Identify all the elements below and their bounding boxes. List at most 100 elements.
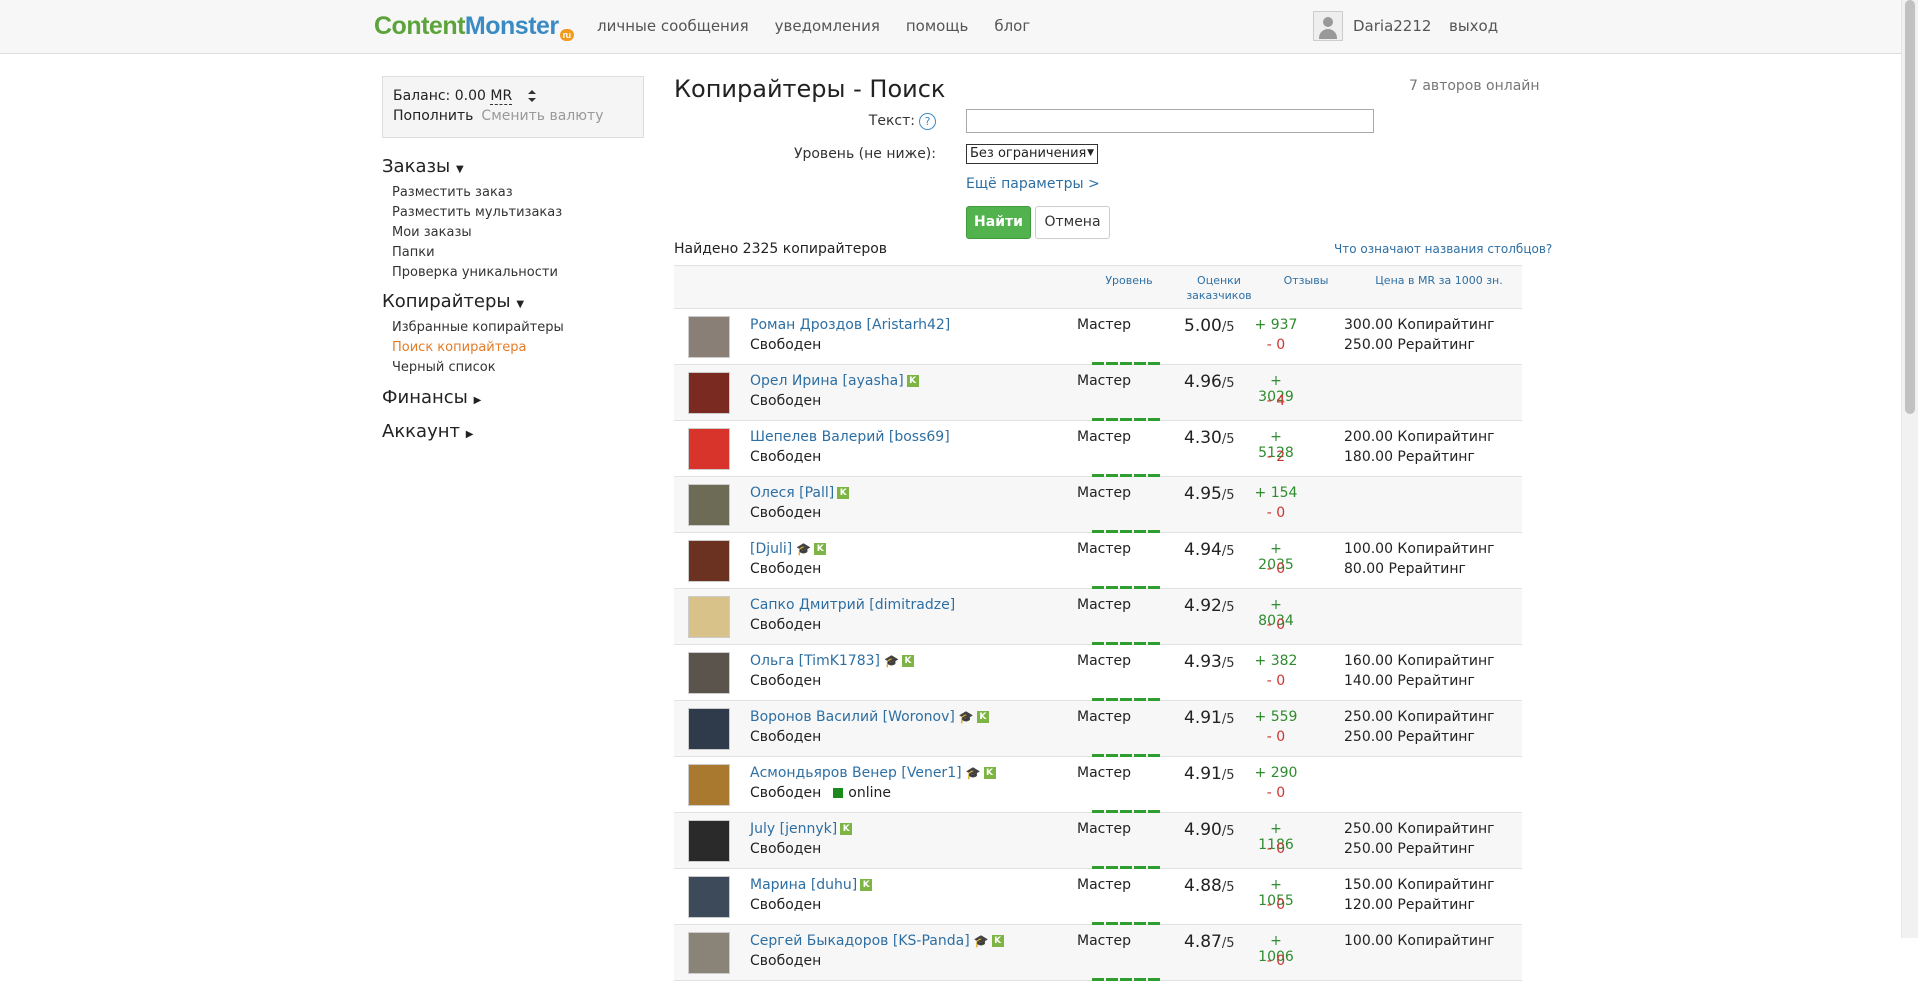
writer-status: Свободен [750,729,822,745]
page-title: Копирайтеры - Поиск [674,75,946,103]
writer-name-link[interactable]: [Djuli] [750,541,792,557]
reviews-negative[interactable]: - 2 [1251,449,1301,465]
avatar-icon[interactable] [1313,11,1343,41]
sidebar-finance-title[interactable]: Финансы ▶ [382,387,481,408]
search-text-input[interactable] [966,109,1374,133]
avatar[interactable] [688,876,730,918]
avatar[interactable] [688,540,730,582]
avatar[interactable] [688,932,730,974]
writer-name-link[interactable]: Асмондьяров Венер [Vener1] [750,765,962,781]
reviews-negative[interactable]: - 0 [1251,953,1301,969]
reviews-negative[interactable]: - 0 [1251,617,1301,633]
reviews-negative[interactable]: - 0 [1251,337,1301,353]
writer-name-link[interactable]: Шепелев Валерий [boss69] [750,429,950,445]
sidebar-item-uniqueness[interactable]: Проверка уникальности [382,263,562,283]
writer-score: 4.95/5 [1184,484,1235,504]
writer-name-link[interactable]: July [jennyk] [750,821,837,837]
reviews-positive[interactable]: + 154 [1251,485,1301,501]
username-link[interactable]: Daria2212 [1353,17,1431,35]
sidebar-item-favorites[interactable]: Избранные копирайтеры [382,318,564,338]
nav-messages[interactable]: личные сообщения [597,17,749,35]
reviews-positive[interactable]: + 937 [1251,317,1301,333]
sidebar-writers: Копирайтеры ▼ Избранные копирайтеры Поис… [382,291,564,378]
writer-status: Свободен [750,897,822,913]
change-currency-link[interactable]: Сменить валюту [481,108,603,124]
avatar[interactable] [688,596,730,638]
help-icon[interactable]: ? [919,113,936,130]
avatar[interactable] [688,764,730,806]
avatar[interactable] [688,652,730,694]
reviews-negative[interactable]: - 0 [1251,729,1301,745]
nav-notifications[interactable]: уведомления [775,17,880,35]
writer-name-link[interactable]: Роман Дроздов [Aristarh42] [750,317,950,333]
writer-name-link[interactable]: Сергей Быкадоров [KS-Panda] [750,933,970,949]
col-ratings[interactable]: Оценки заказчиков [1174,273,1264,303]
reviews-negative[interactable]: - 0 [1251,505,1301,521]
col-reviews[interactable]: Отзывы [1271,273,1341,288]
swap-arrows-icon[interactable] [525,89,539,103]
logo-text-content: Content [374,12,465,40]
avatar[interactable] [688,820,730,862]
sidebar-item-search-writer[interactable]: Поиск копирайтера [382,338,564,358]
sidebar-orders-title[interactable]: Заказы ▼ [382,156,562,177]
table-row: Шепелев Валерий [boss69] Свободен Мастер 4.… [674,421,1522,477]
logo[interactable]: ContentMonster ru [374,12,574,41]
writer-name-row: Марина [duhu] K [750,877,873,893]
scrollbar[interactable] [1901,0,1918,938]
scrollbar-thumb[interactable] [1905,0,1915,414]
writer-score: 4.96/5 [1184,372,1235,392]
columns-help-link[interactable]: Что означают названия столбцов? [1334,242,1552,256]
writer-name-row: Сапко Дмитрий [dimitradze] [750,597,955,613]
logout-link[interactable]: выход [1449,17,1498,35]
level-select[interactable]: Без ограничения ▼ [966,144,1098,164]
writer-status: Свободен online [750,785,891,801]
avatar[interactable] [688,428,730,470]
writer-name-link[interactable]: Орел Ирина [ayasha] [750,373,904,389]
sidebar-item-blacklist[interactable]: Черный список [382,358,564,378]
sidebar-item-my-orders[interactable]: Мои заказы [382,223,562,243]
k-badge-icon: K [860,879,873,891]
reviews-negative[interactable]: - 0 [1251,785,1301,801]
level-bars [1092,966,1162,985]
writer-name-link[interactable]: Олеся [Pall] [750,485,834,501]
reviews-positive[interactable]: + 559 [1251,709,1301,725]
avatar[interactable] [688,708,730,750]
sidebar-item-place-order[interactable]: Разместить заказ [382,183,562,203]
reviews-negative[interactable]: - 0 [1251,897,1301,913]
balance-currency[interactable]: MR [490,88,513,105]
sidebar-account-title[interactable]: Аккаунт ▶ [382,421,473,442]
topup-link[interactable]: Пополнить [393,108,473,124]
writer-name-link[interactable]: Воронов Василий [Woronov] [750,709,955,725]
find-button[interactable]: Найти [966,206,1031,239]
writer-name-link[interactable]: Ольга [TimK1783] [750,653,880,669]
nav-help[interactable]: помощь [906,17,968,35]
avatar[interactable] [688,372,730,414]
writer-name-row: Шепелев Валерий [boss69] [750,429,950,445]
avatar[interactable] [688,484,730,526]
nav-blog[interactable]: блог [994,17,1030,35]
reviews-negative[interactable]: - 4 [1251,393,1301,409]
reviews-negative[interactable]: - 0 [1251,561,1301,577]
reviews-negative[interactable]: - 0 [1251,841,1301,857]
sidebar-item-folders[interactable]: Папки [382,243,562,263]
col-level[interactable]: Уровень [1099,273,1159,288]
sidebar-item-multi-order[interactable]: Разместить мультизаказ [382,203,562,223]
writer-level: Мастер [1076,765,1131,781]
cancel-button[interactable]: Отмена [1035,206,1110,239]
chevron-down-icon: ▼ [1087,148,1094,158]
more-params-link[interactable]: Ещё параметры > [966,176,1100,192]
writer-score: 5.00/5 [1184,316,1235,336]
reviews-positive[interactable]: + 290 [1251,765,1301,781]
avatar[interactable] [688,316,730,358]
k-badge-icon: K [991,935,1004,947]
writer-score: 4.88/5 [1184,876,1235,896]
reviews-negative[interactable]: - 0 [1251,673,1301,689]
reviews-positive[interactable]: + 382 [1251,653,1301,669]
writer-name-link[interactable]: Марина [duhu] [750,877,857,893]
sidebar-writers-title[interactable]: Копирайтеры ▼ [382,291,564,312]
writer-name-link[interactable]: Сапко Дмитрий [dimitradze] [750,597,955,613]
table-row: Сапко Дмитрий [dimitradze] Свободен Мастер… [674,589,1522,645]
online-indicator-icon [833,788,844,798]
price-rewriting: 180.00 Рерайтинг [1344,449,1475,465]
col-price[interactable]: Цена в MR за 1000 зн. [1354,273,1524,288]
